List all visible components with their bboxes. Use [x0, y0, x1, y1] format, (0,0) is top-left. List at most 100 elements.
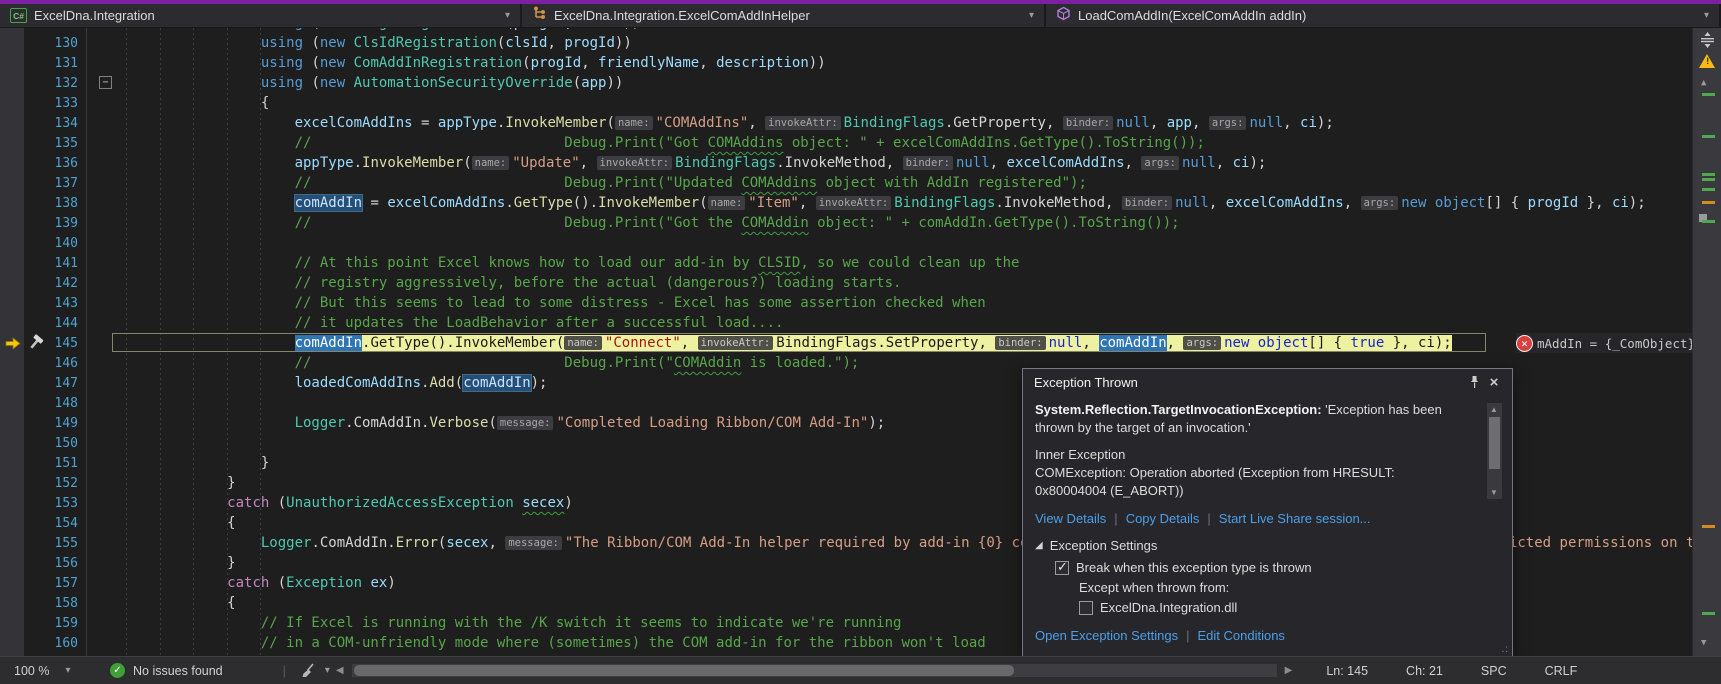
- except-from-label: Except when thrown from:: [1079, 580, 1230, 595]
- class-dropdown[interactable]: ExcelDna.Integration.ExcelComAddInHelper…: [522, 4, 1046, 27]
- popup-scrollbar[interactable]: ▲ ▼: [1487, 403, 1502, 499]
- exception-message: System.Reflection.TargetInvocationExcept…: [1035, 402, 1442, 435]
- scrollbar-thumb[interactable]: [1489, 417, 1500, 469]
- code-line-148[interactable]: 148: [0, 393, 126, 413]
- code-text: comAddIn = excelComAddIns.GetType().Invo…: [294, 195, 1646, 211]
- line-number: 156: [54, 555, 78, 571]
- code-line-141[interactable]: 141 // At this point Excel knows how to …: [0, 253, 1020, 273]
- code-text: // Debug.Print("Updated COMAddins object…: [294, 175, 1087, 191]
- horizontal-scrollbar[interactable]: [351, 664, 1277, 677]
- scroll-up-arrow[interactable]: ▲: [1701, 78, 1706, 88]
- code-line-157[interactable]: 157 catch (Exception ex): [0, 573, 396, 593]
- pin-icon[interactable]: [1464, 373, 1484, 391]
- resize-grip[interactable]: .:: [1501, 644, 1509, 655]
- code-text: appType.InvokeMember(name: "Update", invo…: [294, 155, 1267, 171]
- collapse-region-button[interactable]: −: [99, 76, 112, 89]
- scroll-down-arrow[interactable]: ▼: [1490, 488, 1498, 497]
- code-line-131[interactable]: 131 using (new ComAddInRegistration(prog…: [0, 53, 826, 73]
- line-number: 157: [54, 575, 78, 591]
- link-edit-conditions[interactable]: Edit Conditions: [1197, 628, 1284, 643]
- scroll-up-arrow[interactable]: ▲: [1490, 405, 1498, 414]
- code-line-135[interactable]: 135 // Debug.Print("Got COMAddins object…: [0, 133, 1205, 153]
- code-line-149[interactable]: 149 Logger.ComAddIn.Verbose(message: "Com…: [0, 413, 886, 433]
- vertical-scrollbar[interactable]: ! ▲ ▼: [1692, 28, 1721, 656]
- code-text: {: [227, 515, 236, 531]
- code-text: comAddIn.GetType().InvokeMember(name: "Co…: [126, 335, 1452, 351]
- code-line-140[interactable]: 140: [0, 233, 126, 253]
- scroll-right-arrow[interactable]: ▶: [1285, 665, 1293, 676]
- code-line-146[interactable]: 146 // Debug.Print("COMAddin is loaded."…: [0, 353, 860, 373]
- method-dropdown[interactable]: LoadComAddIn(ExcelComAddIn addIn) ▾: [1046, 4, 1721, 27]
- link-separator: |: [1207, 511, 1211, 526]
- chevron-down-icon: ▾: [1703, 10, 1709, 21]
- code-line-137[interactable]: 137 // Debug.Print("Updated COMAddins ob…: [0, 173, 1087, 193]
- close-icon[interactable]: ×: [1484, 373, 1504, 391]
- code-line-133[interactable]: 133 {: [0, 93, 270, 113]
- scroll-left-arrow[interactable]: ◀: [336, 665, 344, 676]
- exception-line-highlight: comAddIn.GetType().InvokeMember(name: "Co…: [294, 335, 1452, 351]
- code-line-160[interactable]: 160 // in a COM-unfriendly mode where (s…: [0, 633, 986, 653]
- visual-studio-window: C# ExcelDna.Integration ▾ ExcelDna.Integ…: [0, 0, 1721, 684]
- expander-icon: ◢: [1035, 540, 1043, 551]
- scroll-down-arrow[interactable]: ▼: [1701, 638, 1706, 648]
- exception-settings-expander[interactable]: ◢ Exception Settings: [1035, 538, 1500, 553]
- code-line-154[interactable]: 154 {: [0, 513, 236, 533]
- code-text: // registry aggressively, before the act…: [294, 275, 902, 291]
- code-line-139[interactable]: 139 // Debug.Print("Got the COMAddin obj…: [0, 213, 1180, 233]
- line-number: 146: [54, 355, 78, 371]
- popup-bottom-links: Open Exception Settings | Edit Conditions: [1035, 628, 1500, 643]
- code-line-158[interactable]: 158 {: [0, 593, 236, 613]
- code-line-143[interactable]: 143 // But this seems to lead to some di…: [0, 293, 986, 313]
- line-number: 139: [54, 215, 78, 231]
- eol-indicator[interactable]: CRLF: [1545, 664, 1578, 678]
- code-line-138[interactable]: 138 comAddIn = excelComAddIns.GetType().…: [0, 193, 1646, 213]
- line-number: 138: [54, 195, 78, 211]
- exception-thrown-popup: Exception Thrown × System.Reflection.Tar…: [1022, 368, 1513, 658]
- zoom-selector[interactable]: 100 % ▾: [0, 657, 96, 684]
- code-line-144[interactable]: 144 // it updates the LoadBehavior after…: [0, 313, 784, 333]
- issues-check-icon: ✓: [110, 663, 125, 678]
- code-line-153[interactable]: 153 catch (UnauthorizedAccessException s…: [0, 493, 573, 513]
- code-cleanup-button[interactable]: ▾: [300, 663, 330, 678]
- code-line-156[interactable]: 156 }: [0, 553, 236, 573]
- code-line-159[interactable]: 159 // If Excel is running with the /K s…: [0, 613, 902, 633]
- link-copy-details[interactable]: Copy Details: [1126, 511, 1200, 526]
- code-text: catch (Exception ex): [227, 575, 396, 591]
- code-line-130[interactable]: 130 using (new ClsIdRegistration(clsId, …: [0, 33, 632, 53]
- code-line-134[interactable]: 134 excelComAddIns = appType.InvokeMembe…: [0, 113, 1334, 133]
- exception-datatip[interactable]: ✕ mAddIn = {_ComObject}, c: [1516, 333, 1692, 353]
- spaces-indicator[interactable]: SPC: [1481, 664, 1507, 678]
- code-line-150[interactable]: 150: [0, 433, 126, 453]
- code-line-136[interactable]: 136 appType.InvokeMember(name: "Update", …: [0, 153, 1267, 173]
- code-text: {: [227, 595, 236, 611]
- module-setting-row: ExcelDna.Integration.dll: [1079, 600, 1500, 615]
- code-line-142[interactable]: 142 // registry aggressively, before the…: [0, 273, 902, 293]
- class-name: ExcelDna.Integration.ExcelComAddInHelper: [554, 8, 810, 23]
- code-line-132[interactable]: 132 − using (new AutomationSecurityOverri…: [0, 73, 624, 93]
- link-separator: |: [1114, 511, 1118, 526]
- popup-header: Exception Thrown ×: [1023, 369, 1512, 395]
- line-number: 132: [54, 75, 78, 91]
- scrollbar-thumb[interactable]: [353, 665, 1014, 676]
- popup-body: System.Reflection.TargetInvocationExcept…: [1023, 395, 1512, 643]
- code-line-151[interactable]: 151 }: [0, 453, 270, 473]
- code-text: // in a COM-unfriendly mode where (somet…: [260, 635, 986, 651]
- line-number: 159: [54, 615, 78, 631]
- scroll-mark: [1702, 612, 1715, 615]
- hammer-icon: [25, 334, 45, 357]
- break-checkbox[interactable]: [1055, 559, 1069, 575]
- project-dropdown[interactable]: C# ExcelDna.Integration ▾: [0, 4, 522, 27]
- link-open-exception-settings[interactable]: Open Exception Settings: [1035, 628, 1178, 643]
- code-text: loadedComAddIns.Add(comAddIn);: [294, 375, 548, 391]
- class-icon: [532, 6, 547, 26]
- code-line-152[interactable]: 152 }: [0, 473, 236, 493]
- code-line-145[interactable]: 145 comAddIn.GetType().InvokeMember(name…: [0, 333, 1486, 353]
- link-view-details[interactable]: View Details: [1035, 511, 1106, 526]
- warning-icon[interactable]: !: [1699, 54, 1715, 68]
- code-line-147[interactable]: 147 loadedComAddIns.Add(comAddIn);: [0, 373, 547, 393]
- line-number: 143: [54, 295, 78, 311]
- line-number: 152: [54, 475, 78, 491]
- splitter-handle-icon[interactable]: [1699, 32, 1716, 52]
- link-start-live-share-session[interactable]: Start Live Share session...: [1219, 511, 1371, 526]
- module-checkbox[interactable]: [1079, 600, 1093, 615]
